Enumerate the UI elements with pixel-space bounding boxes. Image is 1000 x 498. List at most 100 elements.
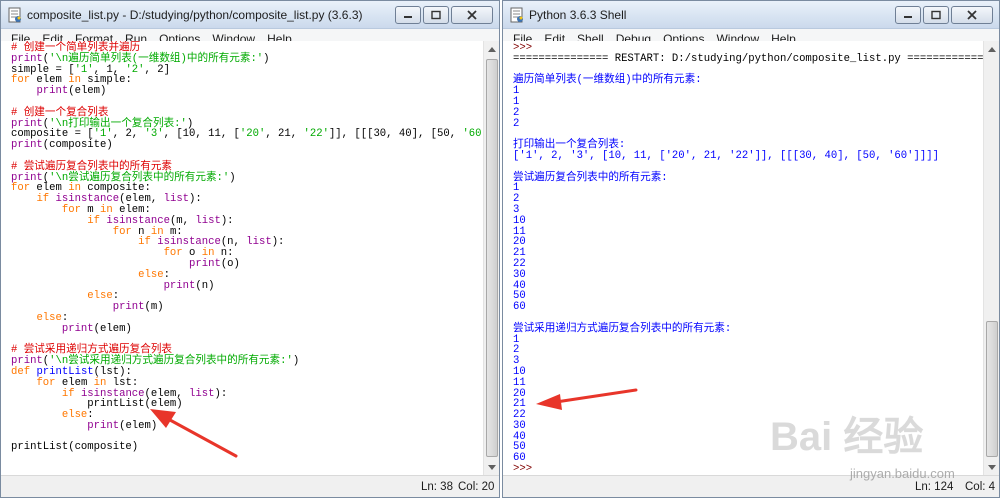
- editor-statusbar: Ln: 38 Col: 20: [1, 475, 499, 497]
- output-line: 尝试采用递归方式遍历复合列表中的所有元素:: [513, 322, 983, 335]
- code-line: print(m): [11, 302, 483, 313]
- code-editor[interactable]: # 创建一个简单列表并遍历 print('\n遍历简单列表(一维数组)中的所有元素…: [1, 41, 483, 475]
- token: '3': [144, 128, 164, 141]
- scroll-down-arrow-icon[interactable]: [484, 459, 499, 475]
- output-line: 3: [513, 205, 983, 216]
- editor-window: composite_list.py - D:/studying/python/c…: [0, 0, 500, 498]
- minimize-icon: [404, 16, 412, 18]
- code-line: print(elem): [11, 419, 483, 432]
- output-line: =============== RESTART: D:/studying/pyt…: [513, 52, 983, 65]
- token: ): [263, 52, 270, 65]
- shell-title: Python 3.6.3 Shell: [529, 8, 627, 22]
- token: (m): [144, 301, 164, 314]
- output-line: 11: [513, 377, 983, 389]
- token: 遍历简单列表(一维数组)中的所有元素:: [513, 74, 702, 87]
- token: (n): [195, 279, 215, 292]
- token: ):: [220, 214, 234, 227]
- output-line: 60: [513, 302, 983, 313]
- token: '22': [303, 128, 329, 141]
- code-line: print(composite): [11, 140, 483, 151]
- token: list: [246, 236, 272, 249]
- close-button[interactable]: [951, 6, 993, 24]
- output-line: 2: [513, 345, 983, 356]
- token: (composite): [42, 139, 113, 152]
- python-shell-icon: [510, 7, 523, 23]
- token: , [10, 11, [: [163, 128, 240, 141]
- baidu-watermark-logo: Bai 经验: [770, 415, 923, 459]
- close-icon: [967, 10, 977, 20]
- token: ):: [214, 387, 228, 400]
- token: print: [189, 257, 221, 270]
- token: print: [112, 301, 145, 314]
- scroll-up-arrow-icon[interactable]: [984, 41, 999, 57]
- watermark-url: jingyan.baidu.com: [850, 466, 955, 481]
- output-line: 2: [513, 194, 983, 205]
- output-line: 22: [513, 259, 983, 270]
- token: (elem): [68, 85, 107, 98]
- minimize-icon: [904, 16, 912, 18]
- token: ]], [[[30, 40], [50,: [328, 128, 463, 141]
- column-indicator: Col: 4: [965, 481, 996, 493]
- token: ): [292, 355, 300, 368]
- token: 2: [513, 117, 520, 130]
- shell-titlebar[interactable]: Python 3.6.3 Shell: [503, 1, 999, 29]
- token: 尝试采用递归方式遍历复合列表中的所有元素:: [513, 322, 732, 335]
- close-button[interactable]: [451, 6, 493, 24]
- output-line: 40: [513, 280, 983, 292]
- close-icon: [467, 10, 477, 20]
- output-line: 50: [513, 291, 983, 302]
- code-line: printList(composite): [11, 442, 483, 453]
- scroll-thumb[interactable]: [986, 321, 998, 457]
- scroll-down-arrow-icon[interactable]: [984, 459, 999, 475]
- token: =============== RESTART: D:/studying/pyt…: [513, 52, 983, 65]
- column-indicator: Col: 20: [458, 481, 495, 493]
- scroll-up-arrow-icon[interactable]: [484, 41, 499, 57]
- shell-scrollbar[interactable]: [983, 41, 999, 475]
- token: print: [36, 85, 69, 98]
- maximize-button[interactable]: [423, 6, 449, 24]
- code-line: print(elem): [11, 86, 483, 97]
- output-line: 1: [513, 86, 983, 97]
- token: (elem): [93, 322, 132, 335]
- output-line: 2: [513, 117, 983, 130]
- output-line: 2: [513, 107, 983, 119]
- output-line: 21: [513, 248, 983, 259]
- token: (o): [220, 257, 240, 270]
- output-line: 20: [513, 237, 983, 248]
- token: print: [61, 322, 94, 335]
- output-line: 10: [513, 215, 983, 227]
- output-line: 尝试遍历复合列表中的所有元素:: [513, 172, 983, 184]
- output-line: 1: [513, 334, 983, 346]
- minimize-button[interactable]: [895, 6, 921, 24]
- token: print: [11, 139, 43, 152]
- token: (elem): [119, 419, 158, 432]
- source-code[interactable]: # 创建一个简单列表并遍历 print('\n遍历简单列表(一维数组)中的所有元素…: [11, 43, 483, 453]
- token: , 21,: [265, 128, 304, 141]
- token: >>>: [513, 463, 533, 475]
- output-line: 20: [513, 388, 983, 400]
- output-line: 1: [513, 183, 983, 194]
- code-line: print(elem): [11, 322, 483, 335]
- output-line: 遍历简单列表(一维数组)中的所有元素:: [513, 75, 983, 86]
- token: ):: [271, 236, 285, 249]
- token: 60: [513, 301, 526, 314]
- token: print: [87, 419, 120, 432]
- maximize-icon: [931, 10, 941, 20]
- line-indicator: Ln: 38: [421, 481, 453, 493]
- editor-scrollbar[interactable]: [483, 41, 499, 475]
- editor-title: composite_list.py - D:/studying/python/c…: [27, 8, 363, 22]
- editor-titlebar[interactable]: composite_list.py - D:/studying/python/c…: [1, 1, 499, 29]
- minimize-button[interactable]: [395, 6, 421, 24]
- output-line: 1: [513, 97, 983, 108]
- maximize-button[interactable]: [923, 6, 949, 24]
- token: list: [195, 214, 221, 227]
- watermark-logo-text: Bai 经验: [770, 415, 923, 459]
- output-line: 3: [513, 356, 983, 367]
- scroll-thumb[interactable]: [486, 59, 498, 457]
- token: '60': [462, 128, 483, 141]
- token: ['1', 2, '3', [10, 11, ['20', 21, '22']]…: [513, 149, 939, 162]
- maximize-icon: [431, 10, 441, 20]
